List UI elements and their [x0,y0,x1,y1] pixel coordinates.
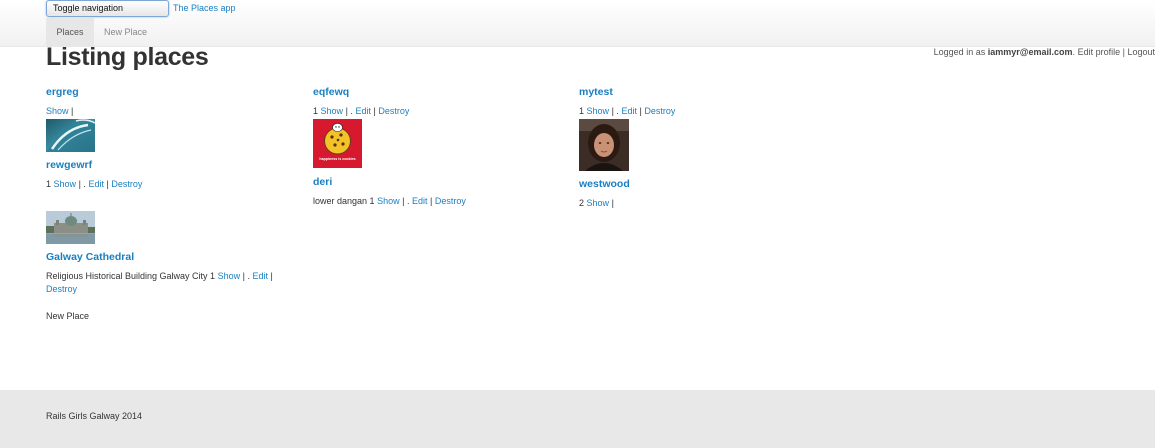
show-link[interactable]: Show [377,196,400,206]
edit-profile-link[interactable]: Edit profile [1078,47,1121,57]
page-title: Listing places [46,43,209,71]
ocean-wave-image [46,119,95,152]
edit-link[interactable]: Edit [253,271,269,281]
toggle-navigation-button[interactable]: Toggle navigation [46,0,169,17]
dot: . [406,196,410,206]
destroy-link[interactable]: Destroy [378,106,409,116]
destroy-link[interactable]: Destroy [644,106,675,116]
destroy-link[interactable]: Destroy [435,196,466,206]
place-actions: lower dangan 1 Show | . Edit | Destroy [313,196,466,206]
separator: | [242,271,245,281]
show-link[interactable]: Show [321,106,344,116]
place-actions: 2 Show | [579,198,614,208]
dot: . [350,106,353,116]
place-thumbnail-cathedral[interactable] [46,211,95,244]
destroy-link[interactable]: Destroy [46,284,77,294]
place-actions: Show | [46,106,73,116]
separator: | [402,196,405,206]
cookie-caption: happiness is cookies [319,157,355,161]
show-link[interactable]: Show [218,271,241,281]
login-period: . [1072,47,1076,57]
login-prefix: Logged in as [933,47,988,57]
separator: | [611,198,614,208]
place-actions: 1 Show | . Edit | Destroy [46,179,142,189]
footer: Rails Girls Galway 2014 [0,390,1155,448]
navbar: Toggle navigation The Places app Places … [0,0,1155,47]
place-actions: Religious Historical Building Galway Cit… [46,271,273,281]
show-link[interactable]: Show [54,179,77,189]
brand-link[interactable]: The Places app [173,3,236,13]
tab-new-place[interactable]: New Place [104,18,147,46]
place-details: 2 [579,198,585,208]
footer-text: Rails Girls Galway 2014 [46,411,143,421]
separator: | [345,106,348,116]
place-details: 1 [46,179,52,189]
separator: | [106,179,109,189]
place-details: lower dangan 1 [313,196,375,206]
destroy-link[interactable]: Destroy [111,179,142,189]
separator: | [373,106,376,116]
place-name-link[interactable]: deri [313,176,332,188]
login-email: iammyr@email.com [987,47,1073,57]
show-link[interactable]: Show [46,106,69,116]
separator: | [78,179,81,189]
login-separator: | [1122,47,1125,57]
place-actions: 1 Show | . Edit | Destroy [579,106,675,116]
new-place-link[interactable]: New Place [46,311,89,321]
separator: | [611,106,614,116]
dot: . [616,106,619,116]
edit-link[interactable]: Edit [88,179,104,189]
show-link[interactable]: Show [587,198,610,208]
woman-portrait-image [579,119,629,171]
place-thumbnail-ocean-wave[interactable] [46,119,95,152]
logout-link[interactable]: Logout [1127,47,1155,57]
separator: | [639,106,642,116]
dot: . [247,271,250,281]
place-name-link[interactable]: ergreg [46,86,79,98]
place-name-link[interactable]: rewgewrf [46,159,92,171]
place-name-link[interactable]: mytest [579,86,613,98]
separator: | [71,106,74,116]
place-thumbnail-cookie-cartoon[interactable]: happiness is cookies [313,119,362,168]
place-details: 1 [313,106,319,116]
dot: . [83,179,86,189]
cathedral-image [46,211,95,244]
tab-places[interactable]: Places [46,18,94,46]
edit-link[interactable]: Edit [412,196,428,206]
edit-link[interactable]: Edit [621,106,637,116]
edit-link[interactable]: Edit [355,106,371,116]
place-actions-wrap: Destroy [46,284,77,294]
show-link[interactable]: Show [587,106,610,116]
separator: | [270,271,273,281]
place-thumbnail-woman-portrait[interactable] [579,119,629,171]
cookie-cartoon-image: happiness is cookies [313,119,362,168]
place-actions: 1 Show | . Edit | Destroy [313,106,409,116]
login-status: Logged in as iammyr@email.com. Edit prof… [934,47,1155,57]
separator: | [430,196,433,206]
place-details: Religious Historical Building Galway Cit… [46,271,216,281]
place-details: 1 [579,106,585,116]
place-name-link[interactable]: westwood [579,178,630,190]
place-name-link[interactable]: Galway Cathedral [46,251,134,263]
place-name-link[interactable]: eqfewq [313,86,349,98]
